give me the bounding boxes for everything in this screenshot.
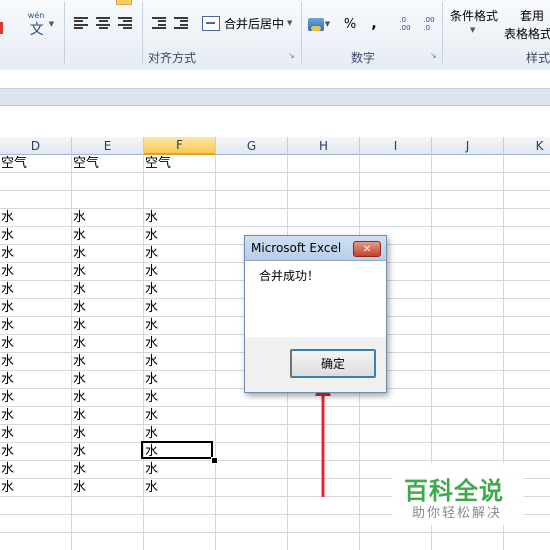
- ok-button[interactable]: 确定: [290, 349, 376, 378]
- dialog-title: Microsoft Excel: [251, 241, 342, 255]
- dialog-message: 合并成功！: [259, 269, 320, 283]
- watermark: 百科全说 助你轻松解决: [392, 463, 524, 525]
- message-dialog: Microsoft Excel ✕ 合并成功！ 确定: [244, 235, 387, 393]
- watermark-subtitle: 助你轻松解决: [412, 506, 503, 521]
- watermark-title: 百科全说: [404, 477, 504, 505]
- dialog-titlebar[interactable]: Microsoft Excel ✕: [245, 236, 386, 261]
- close-button[interactable]: ✕: [353, 241, 381, 257]
- close-icon: ✕: [362, 243, 372, 255]
